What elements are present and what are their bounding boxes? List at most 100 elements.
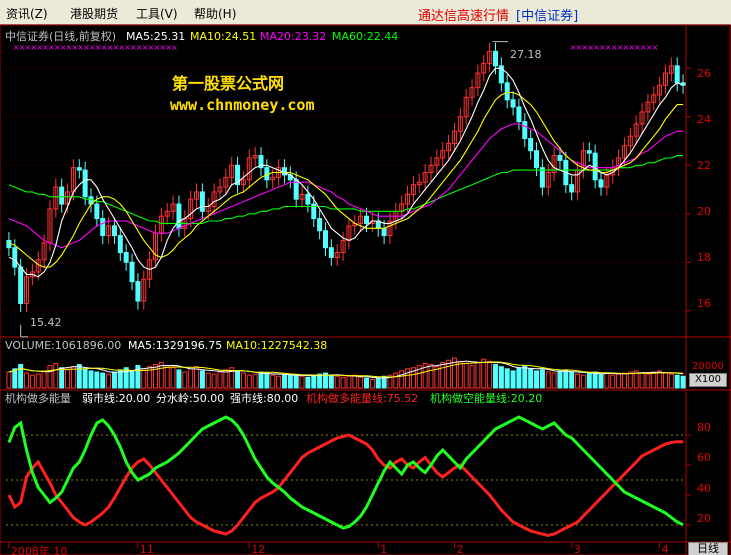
volume-bar [24, 372, 30, 389]
ma20-line [8, 123, 684, 249]
candle-body [364, 215, 370, 224]
volume-ma10: MA10:1227542.38 [226, 339, 328, 352]
volume-bar [141, 368, 147, 389]
price-tick: 20 [697, 205, 711, 218]
volume-bar [129, 370, 135, 389]
candle-body [381, 227, 387, 237]
volume-bar [563, 369, 569, 389]
volume-bar [492, 364, 498, 389]
volume-bar [205, 372, 211, 389]
ma5-label: MA5:25.31 [126, 30, 186, 43]
period-button[interactable]: 日线 [688, 542, 728, 555]
short-energy-label: 机构做空能量线:20.20 [430, 392, 543, 405]
x-tick-label: 4 [661, 543, 669, 555]
volume-bar [545, 371, 551, 389]
volume-bar [645, 373, 651, 389]
volume-bar [47, 365, 53, 389]
volume-bar [299, 375, 305, 389]
volume-bar [510, 370, 516, 389]
candle-body [586, 150, 592, 154]
volume-ma5: MA5:1329196.75 [128, 339, 223, 352]
volume-bar [627, 371, 633, 389]
candle-body [528, 138, 534, 152]
volume-bar [481, 358, 487, 389]
volume-bar [281, 374, 287, 389]
volume-bar [657, 370, 663, 389]
volume-bar [621, 372, 627, 389]
volume-bar [405, 368, 411, 389]
price-tick: 18 [697, 251, 711, 264]
volume-bar [176, 369, 182, 389]
stock-chart[interactable]: × × × × × × × × × × × × × × × × × × × × × × × × × × × × × × × × × × × × × × × ×… [0, 0, 731, 555]
watermark-title: 第一股票公式网 [172, 74, 285, 93]
volume-bar [604, 372, 610, 389]
volume-bar [393, 372, 399, 389]
volume-bar [364, 377, 370, 389]
strong-line-label: 强市线:80.00 [230, 392, 299, 405]
volume-bar [29, 374, 35, 389]
volume-bar [59, 367, 65, 389]
volume-bar [616, 373, 622, 389]
volume-bar [469, 365, 475, 389]
volume-bar [106, 373, 112, 389]
candle-body [322, 230, 328, 249]
volume-bar [12, 368, 18, 389]
candle-body [94, 203, 100, 220]
volume-bar [522, 365, 528, 389]
low-price-label: 15.42 [30, 316, 62, 329]
volume-bar [528, 368, 534, 389]
candle-body [6, 239, 12, 249]
candle-body [557, 155, 563, 161]
candle-body [569, 184, 575, 193]
volume-bar [276, 375, 282, 389]
candle-body [534, 150, 540, 169]
long-energy-label: 机构做多能量线:75.52 [306, 392, 419, 405]
volume-bar [293, 374, 299, 389]
volume-bar [446, 359, 452, 389]
short-energy-line [7, 415, 684, 530]
volume-bar [651, 371, 657, 389]
volume-bar [258, 371, 264, 389]
volume-bar [164, 365, 170, 389]
volume-bar [498, 366, 504, 389]
candle-body [76, 167, 82, 171]
high-price-label: 27.18 [510, 48, 542, 61]
volume-bar [240, 372, 246, 389]
price-tick: 24 [697, 113, 711, 126]
price-tick: 26 [697, 67, 711, 80]
candle-body [305, 193, 311, 205]
volume-bar [111, 371, 117, 389]
candle-body [129, 261, 135, 283]
candle-body [18, 266, 24, 304]
candle-body [492, 50, 498, 67]
candle-body [674, 65, 680, 84]
volume-bar [534, 370, 540, 389]
ma60-label: MA60:22.44 [332, 30, 399, 43]
candle-body [592, 152, 598, 181]
volume-bar [680, 375, 686, 389]
volume-bar [211, 373, 217, 389]
signal-marker: × [652, 43, 659, 52]
ma10-line [8, 91, 684, 268]
volume-bar [375, 377, 381, 389]
volume-bar [487, 360, 493, 389]
volume-bar [217, 371, 223, 389]
volume-bar [463, 362, 469, 389]
candle-body [281, 167, 287, 176]
watermark-url: www.chnmoney.com [170, 96, 315, 114]
x-tick-label: 3 [573, 543, 581, 555]
volume-bar [352, 374, 358, 389]
volume-bar [223, 369, 229, 389]
candle-body [328, 247, 334, 258]
candle-body [317, 218, 323, 232]
candle-body [510, 99, 516, 108]
volume-bar [328, 374, 334, 389]
volume-value: VOLUME:1061896.00 [5, 339, 122, 352]
candle-body [12, 247, 18, 268]
candle-body [598, 179, 604, 188]
volume-bar [557, 370, 563, 389]
app-window: 资讯(Z) 港股期货 工具(V) 帮助(H) 通达信高速行情 [中信证券] × ×… [0, 0, 731, 555]
volume-bar [246, 374, 252, 389]
x-tick-label: 2 [456, 543, 464, 555]
volume-bar [475, 361, 481, 389]
